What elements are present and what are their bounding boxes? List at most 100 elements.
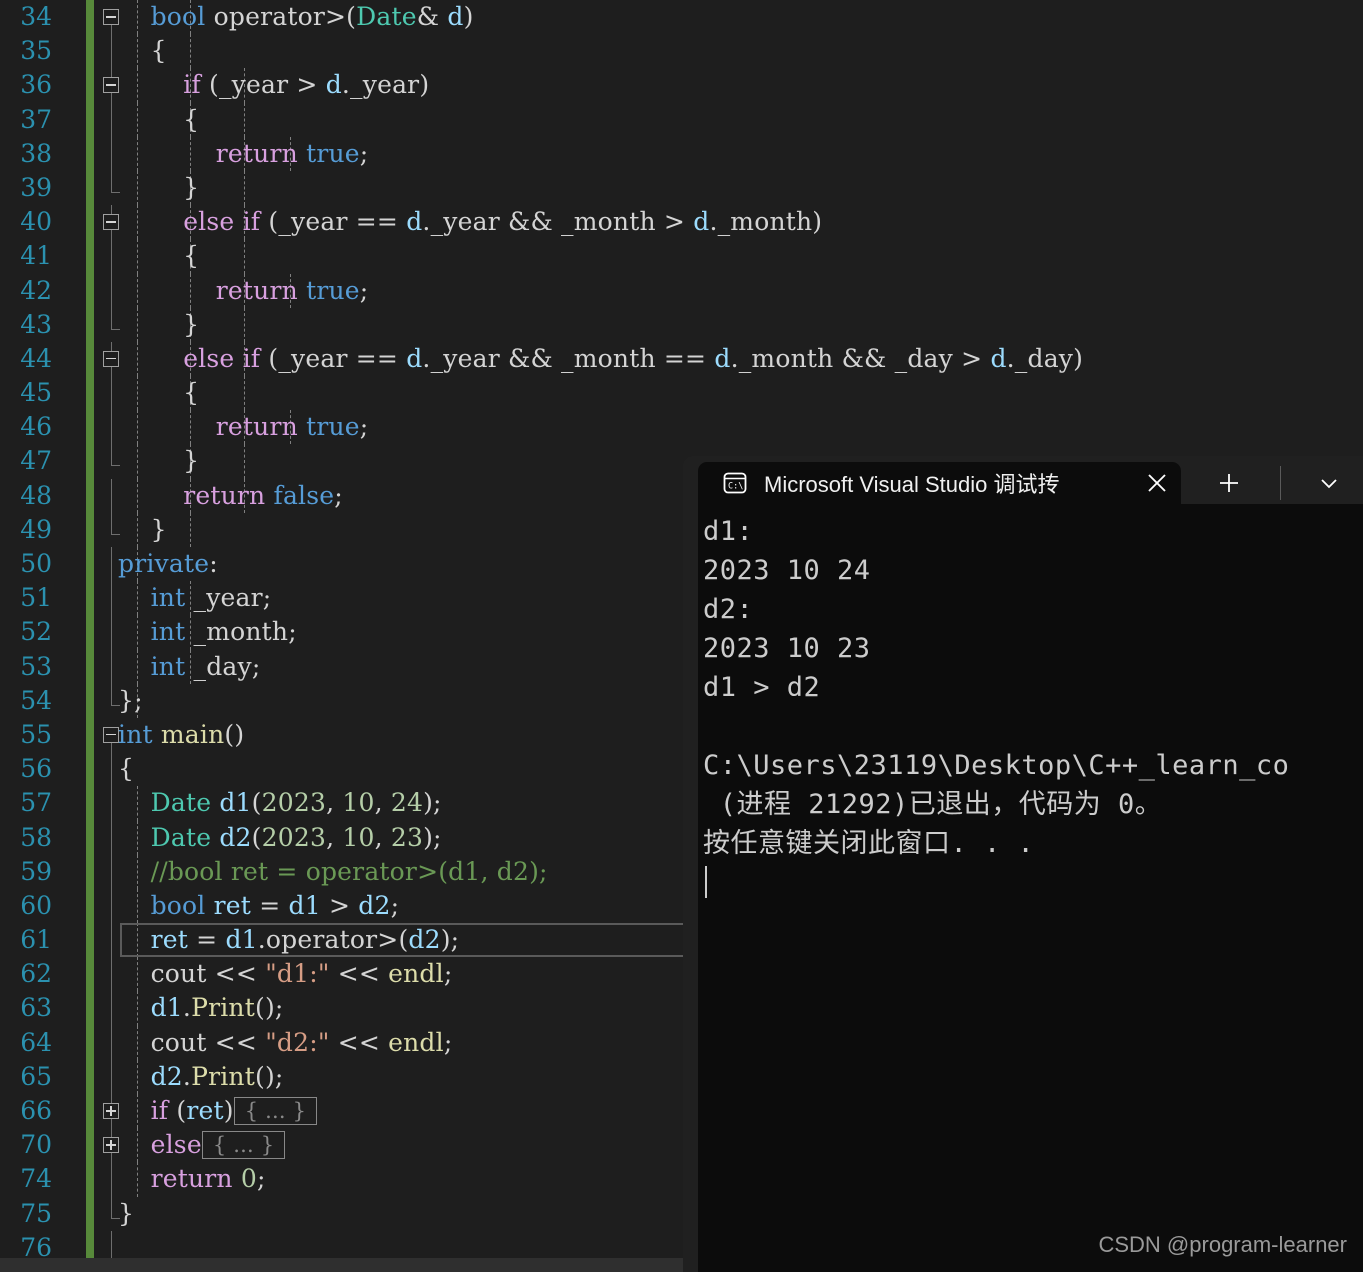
collapse-block-icon[interactable] — [103, 77, 119, 94]
console-titlebar[interactable]: C:\ Microsoft Visual Studio 调试抟 — [683, 456, 1363, 504]
line-number: 54 — [20, 685, 52, 715]
change-bar — [86, 581, 94, 616]
code-line[interactable]: 34 bool operator>(Date& d) — [0, 0, 1363, 35]
outline-guide — [111, 923, 112, 958]
code-line[interactable]: 44 else if (_year == d._year && _month =… — [0, 341, 1363, 377]
outline-guide — [111, 307, 112, 330]
code-line[interactable]: 36 if (_year > d._year) — [0, 68, 1363, 103]
change-bar — [86, 923, 94, 958]
code-line[interactable]: 35 { — [0, 34, 1363, 69]
change-bar — [86, 717, 94, 753]
console-tab-title: Microsoft Visual Studio 调试抟 — [764, 472, 1060, 497]
change-bar — [86, 786, 94, 821]
code-text: Date d2(2023, 10, 23); — [150, 822, 442, 852]
indent-guide — [190, 512, 191, 547]
change-bar — [86, 478, 94, 513]
outline-guide — [111, 547, 112, 582]
line-number: 60 — [20, 890, 52, 920]
expand-block-icon[interactable] — [103, 1137, 119, 1154]
console-output-area[interactable]: d1: 2023 10 24 d2: 2023 10 23 d1 > d2 C:\Use… — [698, 504, 1363, 1272]
toolbar-divider — [1280, 466, 1281, 500]
outline-guide — [111, 102, 112, 137]
collapse-block-icon[interactable] — [103, 9, 119, 25]
code-text: Date d1(2023, 10, 24); — [150, 788, 442, 818]
line-number: 45 — [20, 378, 52, 408]
code-text: { — [118, 241, 200, 271]
change-bar — [86, 752, 94, 787]
line-number: 49 — [20, 514, 52, 544]
collapsed-block-stub[interactable]: { ... } — [233, 1096, 318, 1125]
collapse-block-icon[interactable] — [103, 726, 119, 743]
indent-guide — [244, 102, 245, 137]
outline-guide — [111, 410, 112, 445]
line-number: 50 — [20, 549, 52, 578]
change-bar — [86, 991, 94, 1026]
code-text: else if (_year == d._year && _month > d.… — [183, 207, 823, 237]
outline-guide — [111, 581, 112, 616]
line-number: 46 — [20, 412, 52, 442]
console-tab[interactable]: C:\ Microsoft Visual Studio 调试抟 — [698, 462, 1181, 504]
line-number: 35 — [20, 36, 52, 66]
code-text: }; — [118, 685, 143, 715]
close-icon[interactable] — [1133, 462, 1181, 504]
collapse-block-icon[interactable] — [103, 214, 119, 231]
code-text: int _year; — [150, 583, 272, 613]
outline-guide — [111, 683, 112, 706]
outline-guide — [111, 1196, 112, 1219]
code-line[interactable]: 38 return true; — [0, 136, 1363, 171]
line-number: 70 — [20, 1130, 52, 1160]
outline-guide — [111, 888, 112, 924]
line-number: 41 — [20, 241, 52, 271]
chevron-down-icon[interactable] — [1301, 464, 1357, 502]
code-text: { — [118, 36, 167, 66]
outline-guide — [111, 136, 112, 171]
outline-guide — [111, 444, 112, 467]
indent-guide — [190, 34, 191, 69]
change-bar — [86, 0, 94, 35]
console-window[interactable]: C:\ Microsoft Visual Studio 调试抟 d1: 2023… — [683, 456, 1363, 1272]
code-text: int _day; — [150, 651, 261, 681]
indent-guide — [244, 239, 245, 274]
line-number: 40 — [20, 207, 52, 237]
change-bar — [86, 170, 94, 206]
code-text: return 0; — [150, 1164, 266, 1194]
code-text: d1.Print(); — [150, 993, 284, 1023]
line-number: 55 — [20, 719, 52, 749]
outline-guide — [111, 991, 112, 1026]
code-text: } — [118, 514, 167, 544]
code-text: { — [118, 378, 200, 408]
outline-guide — [111, 376, 112, 411]
line-number: 37 — [20, 104, 52, 134]
code-text: return true; — [215, 412, 369, 442]
expand-block-icon[interactable] — [103, 1103, 119, 1119]
change-bar — [86, 136, 94, 171]
line-number: 61 — [20, 925, 52, 955]
svg-text:C:\: C:\ — [728, 482, 743, 492]
outline-guide — [111, 786, 112, 821]
change-bar — [86, 376, 94, 411]
line-number: 48 — [20, 480, 52, 510]
code-line[interactable]: 41 { — [0, 239, 1363, 274]
outline-guide — [111, 512, 112, 535]
change-bar — [86, 239, 94, 274]
code-line[interactable]: 46 return true; — [0, 410, 1363, 445]
code-line[interactable]: 45 { — [0, 376, 1363, 411]
code-text: if (ret){ ... } — [118, 1094, 318, 1128]
console-output-line: 2023 10 23 — [703, 633, 871, 664]
change-bar — [86, 1196, 94, 1231]
code-line[interactable]: 43 } — [0, 307, 1363, 342]
code-line[interactable]: 37 { — [0, 102, 1363, 137]
code-line[interactable]: 42 return true; — [0, 273, 1363, 308]
console-output-line: 按任意键关闭此窗口. . . — [703, 828, 1035, 859]
change-bar — [86, 273, 94, 308]
collapse-block-icon[interactable] — [103, 350, 119, 367]
outline-guide — [111, 854, 112, 889]
change-bar — [86, 1162, 94, 1197]
code-line[interactable]: 40 else if (_year == d._year && _month >… — [0, 205, 1363, 240]
code-line[interactable]: 39 } — [0, 170, 1363, 206]
code-text: bool ret = d1 > d2; — [150, 890, 400, 920]
line-number: 43 — [20, 309, 52, 339]
line-number: 56 — [20, 754, 52, 784]
new-tab-plus-icon[interactable] — [1201, 464, 1257, 502]
collapsed-block-stub[interactable]: { ... } — [201, 1130, 286, 1159]
